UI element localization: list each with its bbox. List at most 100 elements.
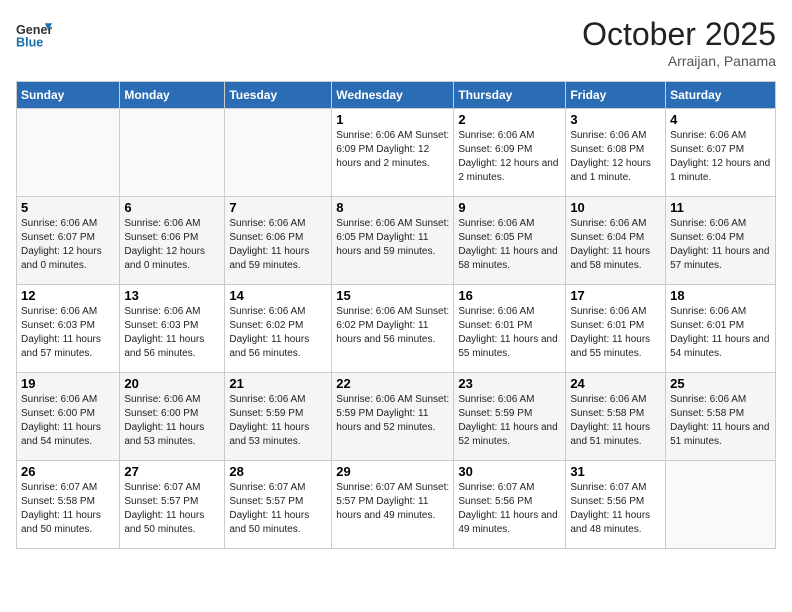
calendar-cell [120, 109, 225, 197]
day-number: 6 [124, 200, 220, 215]
calendar-cell [17, 109, 120, 197]
calendar-table: SundayMondayTuesdayWednesdayThursdayFrid… [16, 81, 776, 549]
calendar-cell: 14 Sunrise: 6:06 AM Sunset: 6:02 PM Dayli… [225, 285, 332, 373]
day-info: Sunrise: 6:06 AM Sunset: 6:07 PM Dayligh… [21, 217, 115, 273]
day-info: Sunrise: 6:07 AM Sunset: 5:57 PM Dayligh… [336, 481, 449, 523]
week-row-5: 26Sunrise: 6:07 AM Sunset: 5:58 PM Dayli… [17, 461, 776, 549]
day-number: 8 [336, 200, 449, 215]
calendar-cell: 10 Sunrise: 6:06 AM Sunset: 6:04 PM Dayli… [566, 197, 666, 285]
day-number: 18 [670, 288, 771, 303]
calendar-cell [225, 109, 332, 197]
calendar-cell: 3 Sunrise: 6:06 AM Sunset: 6:08 PM Daylig… [566, 109, 666, 197]
header-cell-wednesday: Wednesday [332, 82, 454, 109]
day-number: 22 [336, 376, 449, 391]
day-info: Sunrise: 6:06 AM Sunset: 6:05 PM Dayligh… [336, 217, 449, 259]
logo: General Blue [16, 16, 56, 52]
day-number: 9 [458, 200, 561, 215]
svg-text:Blue: Blue [16, 36, 43, 50]
day-info: Sunrise: 6:06 AM Sunset: 6:00 PM Dayligh… [124, 393, 220, 449]
day-info: Sunrise: 6:06 AM Sunset: 6:09 PM Dayligh… [458, 129, 561, 185]
day-number: 14 [229, 288, 327, 303]
day-number: 11 [670, 200, 771, 215]
day-number: 20 [124, 376, 220, 391]
week-row-1: 1Sunrise: 6:06 AM Sunset: 6:09 PM Daylig… [17, 109, 776, 197]
calendar-cell: 8 Sunrise: 6:06 AM Sunset: 6:05 PM Daylig… [332, 197, 454, 285]
calendar-cell: 22Sunrise: 6:06 AM Sunset: 5:59 PM Dayli… [332, 373, 454, 461]
calendar-cell: 24Sunrise: 6:06 AM Sunset: 5:58 PM Dayli… [566, 373, 666, 461]
day-info: Sunrise: 6:06 AM Sunset: 6:09 PM Dayligh… [336, 129, 449, 171]
day-info: Sunrise: 6:07 AM Sunset: 5:56 PM Dayligh… [458, 481, 561, 537]
day-info: Sunrise: 6:06 AM Sunset: 6:01 PM Dayligh… [570, 305, 661, 361]
calendar-cell: 27Sunrise: 6:07 AM Sunset: 5:57 PM Dayli… [120, 461, 225, 549]
day-info: Sunrise: 6:06 AM Sunset: 6:06 PM Dayligh… [124, 217, 220, 273]
calendar-cell: 4Sunrise: 6:06 AM Sunset: 6:07 PM Daylig… [666, 109, 776, 197]
day-number: 12 [21, 288, 115, 303]
day-info: Sunrise: 6:06 AM Sunset: 6:08 PM Dayligh… [570, 129, 661, 185]
calendar-cell: 19 Sunrise: 6:06 AM Sunset: 6:00 PM Dayli… [17, 373, 120, 461]
calendar-body: 1Sunrise: 6:06 AM Sunset: 6:09 PM Daylig… [17, 109, 776, 549]
day-number: 29 [336, 464, 449, 479]
day-info: Sunrise: 6:06 AM Sunset: 6:01 PM Dayligh… [670, 305, 771, 361]
day-info: Sunrise: 6:06 AM Sunset: 6:04 PM Dayligh… [670, 217, 771, 273]
month-title: October 2025 [582, 16, 776, 53]
calendar-cell: 2 Sunrise: 6:06 AM Sunset: 6:09 PM Daylig… [454, 109, 566, 197]
calendar-cell: 18 Sunrise: 6:06 AM Sunset: 6:01 PM Dayli… [666, 285, 776, 373]
day-number: 10 [570, 200, 661, 215]
day-info: Sunrise: 6:07 AM Sunset: 5:57 PM Dayligh… [124, 481, 220, 537]
day-info: Sunrise: 6:06 AM Sunset: 6:02 PM Dayligh… [229, 305, 327, 361]
header-cell-tuesday: Tuesday [225, 82, 332, 109]
calendar-cell: 9Sunrise: 6:06 AM Sunset: 6:05 PM Daylig… [454, 197, 566, 285]
day-number: 15 [336, 288, 449, 303]
day-info: Sunrise: 6:07 AM Sunset: 5:57 PM Dayligh… [229, 481, 327, 537]
header-cell-thursday: Thursday [454, 82, 566, 109]
header-cell-monday: Monday [120, 82, 225, 109]
week-row-4: 19 Sunrise: 6:06 AM Sunset: 6:00 PM Dayli… [17, 373, 776, 461]
day-number: 31 [570, 464, 661, 479]
day-number: 30 [458, 464, 561, 479]
calendar-cell: 16Sunrise: 6:06 AM Sunset: 6:01 PM Dayli… [454, 285, 566, 373]
calendar-cell: 5Sunrise: 6:06 AM Sunset: 6:07 PM Daylig… [17, 197, 120, 285]
day-number: 19 [21, 376, 115, 391]
calendar-cell: 1Sunrise: 6:06 AM Sunset: 6:09 PM Daylig… [332, 109, 454, 197]
day-info: Sunrise: 6:06 AM Sunset: 5:58 PM Dayligh… [570, 393, 661, 449]
calendar-cell [666, 461, 776, 549]
day-info: Sunrise: 6:06 AM Sunset: 6:03 PM Dayligh… [124, 305, 220, 361]
day-info: Sunrise: 6:06 AM Sunset: 6:07 PM Dayligh… [670, 129, 771, 185]
day-info: Sunrise: 6:06 AM Sunset: 6:02 PM Dayligh… [336, 305, 449, 347]
week-row-2: 5Sunrise: 6:06 AM Sunset: 6:07 PM Daylig… [17, 197, 776, 285]
day-number: 21 [229, 376, 327, 391]
day-number: 23 [458, 376, 561, 391]
day-number: 3 [570, 112, 661, 127]
day-info: Sunrise: 6:07 AM Sunset: 5:56 PM Dayligh… [570, 481, 661, 537]
day-info: Sunrise: 6:06 AM Sunset: 6:06 PM Dayligh… [229, 217, 327, 273]
day-info: Sunrise: 6:06 AM Sunset: 5:58 PM Dayligh… [670, 393, 771, 449]
day-info: Sunrise: 6:06 AM Sunset: 6:04 PM Dayligh… [570, 217, 661, 273]
calendar-cell: 20 Sunrise: 6:06 AM Sunset: 6:00 PM Dayli… [120, 373, 225, 461]
day-info: Sunrise: 6:06 AM Sunset: 5:59 PM Dayligh… [458, 393, 561, 449]
calendar-cell: 26Sunrise: 6:07 AM Sunset: 5:58 PM Dayli… [17, 461, 120, 549]
calendar-cell: 7Sunrise: 6:06 AM Sunset: 6:06 PM Daylig… [225, 197, 332, 285]
calendar-cell: 13Sunrise: 6:06 AM Sunset: 6:03 PM Dayli… [120, 285, 225, 373]
day-number: 25 [670, 376, 771, 391]
day-info: Sunrise: 6:06 AM Sunset: 6:03 PM Dayligh… [21, 305, 115, 361]
day-info: Sunrise: 6:06 AM Sunset: 6:00 PM Dayligh… [21, 393, 115, 449]
day-number: 28 [229, 464, 327, 479]
calendar-cell: 31 Sunrise: 6:07 AM Sunset: 5:56 PM Dayli… [566, 461, 666, 549]
calendar-cell: 25 Sunrise: 6:06 AM Sunset: 5:58 PM Dayli… [666, 373, 776, 461]
day-info: Sunrise: 6:06 AM Sunset: 6:01 PM Dayligh… [458, 305, 561, 361]
calendar-cell: 12 Sunrise: 6:06 AM Sunset: 6:03 PM Dayli… [17, 285, 120, 373]
page-header: General Blue October 2025 Arraijan, Pana… [16, 16, 776, 69]
calendar-cell: 30 Sunrise: 6:07 AM Sunset: 5:56 PM Dayli… [454, 461, 566, 549]
logo-icon: General Blue [16, 16, 52, 52]
calendar-header-row: SundayMondayTuesdayWednesdayThursdayFrid… [17, 82, 776, 109]
day-number: 26 [21, 464, 115, 479]
day-number: 17 [570, 288, 661, 303]
calendar-cell: 21Sunrise: 6:06 AM Sunset: 5:59 PM Dayli… [225, 373, 332, 461]
calendar-cell: 29 Sunrise: 6:07 AM Sunset: 5:57 PM Dayli… [332, 461, 454, 549]
header-cell-saturday: Saturday [666, 82, 776, 109]
calendar-cell: 23 Sunrise: 6:06 AM Sunset: 5:59 PM Dayli… [454, 373, 566, 461]
day-number: 2 [458, 112, 561, 127]
calendar-cell: 15 Sunrise: 6:06 AM Sunset: 6:02 PM Dayli… [332, 285, 454, 373]
calendar-cell: 28 Sunrise: 6:07 AM Sunset: 5:57 PM Dayli… [225, 461, 332, 549]
calendar-cell: 17 Sunrise: 6:06 AM Sunset: 6:01 PM Dayli… [566, 285, 666, 373]
